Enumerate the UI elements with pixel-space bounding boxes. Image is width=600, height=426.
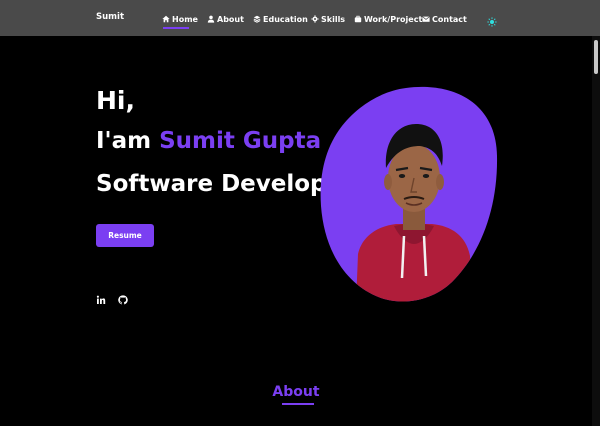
- hero-intro-prefix: I'am: [96, 128, 152, 154]
- layers-icon: [253, 15, 261, 23]
- nav-about-label: About: [217, 14, 244, 24]
- user-icon: [207, 15, 215, 23]
- gear-icon: [311, 15, 319, 23]
- about-section-title: About: [272, 384, 320, 400]
- profile-photo: [320, 86, 498, 304]
- resume-button[interactable]: Resume: [96, 224, 154, 247]
- brand-logo[interactable]: Sumit: [96, 12, 124, 22]
- github-icon[interactable]: [118, 290, 128, 305]
- nav-skills[interactable]: Skills: [311, 12, 345, 26]
- scrollbar-thumb[interactable]: [594, 40, 598, 74]
- hero-name: Sumit Gupta: [159, 128, 322, 154]
- home-icon: [162, 15, 170, 23]
- nav-education-label: Education: [263, 14, 308, 24]
- linkedin-icon[interactable]: [96, 290, 106, 304]
- envelope-icon: [422, 15, 430, 23]
- nav-home[interactable]: Home: [162, 12, 198, 26]
- nav-active-indicator: [163, 27, 189, 29]
- hero-role: Software Developer: [96, 171, 354, 197]
- nav-education[interactable]: Education: [253, 12, 308, 26]
- nav-about[interactable]: About: [207, 12, 244, 26]
- nav-work-project[interactable]: Work/Project: [354, 12, 422, 26]
- briefcase-icon: [354, 15, 362, 23]
- hero-intro: I'am Sumit Gupta: [96, 127, 321, 155]
- nav-contact[interactable]: Contact: [422, 12, 467, 26]
- nav-home-label: Home: [172, 14, 198, 24]
- sun-icon[interactable]: [487, 12, 497, 27]
- nav-contact-label: Contact: [432, 14, 467, 24]
- hero-greeting: Hi,: [96, 86, 135, 115]
- scrollbar-track[interactable]: [592, 36, 600, 426]
- nav-skills-label: Skills: [321, 14, 346, 24]
- nav-work-project-label: Work/Project: [364, 14, 423, 24]
- about-title-underline: [282, 403, 314, 405]
